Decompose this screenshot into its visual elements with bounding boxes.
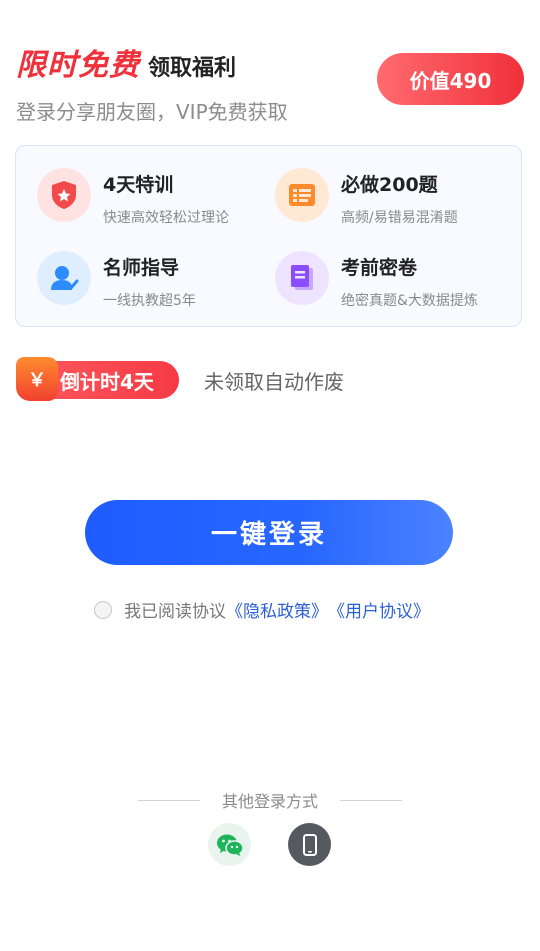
agreement-prefix: 我已阅读协议 [124,602,226,622]
other-login-divider: 其他登录方式 [138,788,402,812]
agreement-radio[interactable] [94,600,112,619]
benefit-title: 必做200题 [341,174,438,196]
user-agreement-link[interactable]: 《用户协议》 [328,597,430,622]
promo-heading: 限时免费 领取福利 [16,40,236,84]
privacy-policy-link[interactable]: 《隐私政策》 [226,597,328,622]
promo-description: 登录分享朋友圈，VIP免费获取 [16,100,288,124]
promo-title: 限时免费 [16,48,140,83]
login-promo-page: 限时免费 领取福利 登录分享朋友圈，VIP免费获取 价值490 4天特训 快速高… [0,0,540,951]
wechat-login-button[interactable] [208,823,251,866]
agreement-row: 我已阅读协议 《隐私政策》 《用户协议》 [94,597,430,622]
benefit-item-teacher: 名师指导 一线执教超5年 [37,251,196,310]
countdown-pill: ￥ 倒计时4天 [16,357,179,401]
one-click-login-button[interactable]: 一键登录 [85,500,453,565]
benefit-title: 考前密卷 [341,257,418,279]
benefit-title: 4天特训 [103,174,174,196]
benefit-desc: 高频/易错易混淆题 [341,210,458,226]
promo-subtitle: 领取福利 [148,56,237,81]
benefit-title: 名师指导 [103,257,180,279]
benefit-item-questions: 必做200题 高频/易错易混淆题 [275,168,458,227]
countdown-label: 倒计时4天 [60,369,154,394]
wechat-icon [216,834,244,856]
phone-login-button[interactable] [288,823,331,866]
countdown-row: ￥ 倒计时4天 未领取自动作废 [16,357,344,402]
benefit-desc: 快速高效轻松过理论 [103,210,229,226]
benefits-card: 4天特训 快速高效轻松过理论 必做200题 高频/易错易混淆题 名师指导 一线执… [15,145,522,327]
ticket-list-icon [275,168,329,222]
teacher-icon [37,251,91,305]
value-badge: 价值490 [377,53,524,105]
benefit-item-training: 4天特训 快速高效轻松过理论 [37,168,229,227]
benefit-desc: 一线执教超5年 [103,293,196,309]
benefit-desc: 绝密真题&大数据提炼 [341,293,478,309]
shield-star-icon [37,168,91,222]
divider-line [339,799,402,801]
expire-note: 未领取自动作废 [204,369,344,394]
phone-icon [302,833,317,856]
exam-paper-icon [275,251,329,305]
yen-icon: ￥ [16,357,58,401]
benefit-item-exam: 考前密卷 绝密真题&大数据提炼 [275,251,478,310]
other-login-label: 其他登录方式 [221,792,318,811]
divider-line [138,799,200,801]
